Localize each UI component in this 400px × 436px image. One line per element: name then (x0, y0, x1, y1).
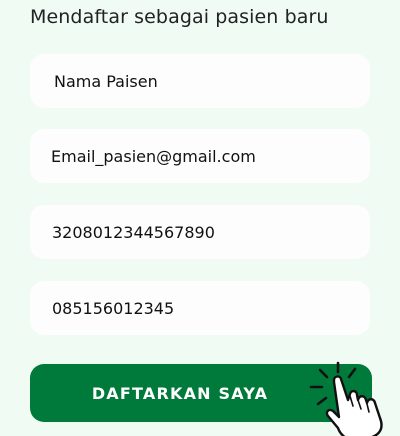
nik-field-value: 3208012344567890 (52, 222, 215, 242)
phone-field-value: 085156012345 (52, 298, 175, 318)
email-field[interactable]: Email_pasien@gmail.com (30, 129, 370, 183)
email-field-value: Email_pasien@gmail.com (51, 146, 256, 166)
register-button-label: DAFTARKAN SAYA (91, 383, 269, 403)
nik-field[interactable]: 3208012344567890 (30, 205, 370, 259)
form-title: Mendaftar sebagai pasien baru (30, 6, 329, 28)
name-field-value: Nama Paisen (54, 71, 158, 91)
tap-hand-icon (309, 361, 383, 436)
name-field[interactable]: Nama Paisen (30, 54, 370, 108)
phone-field[interactable]: 085156012345 (30, 281, 370, 335)
